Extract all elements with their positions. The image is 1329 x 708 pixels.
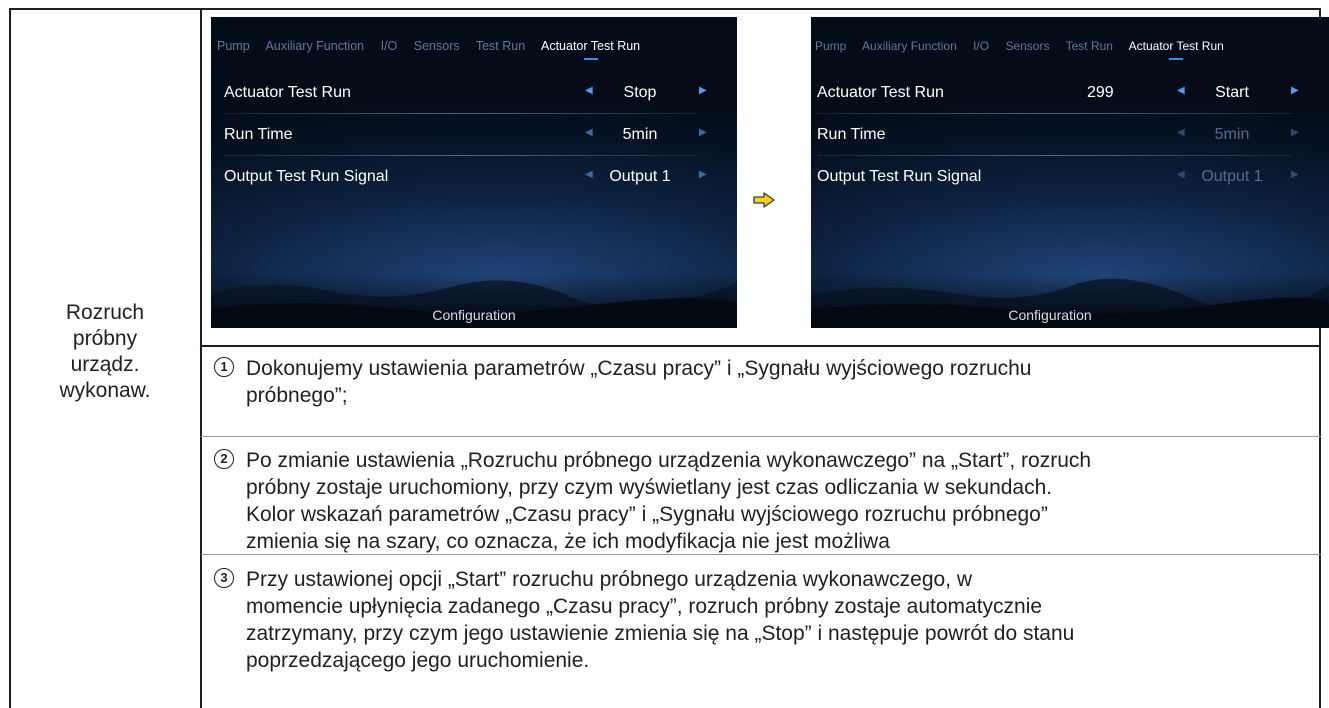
arrow-right-icon[interactable]: ▶	[699, 169, 707, 180]
arrow-right-icon	[753, 192, 775, 208]
setting-label: Actuator Test Run	[224, 84, 351, 101]
active-tab-indicator	[583, 58, 598, 60]
arrow-right-icon[interactable]: ▶	[1291, 169, 1299, 180]
tab-bar: Pump Auxiliary Function I/O Sensors Test…	[815, 39, 1237, 60]
tab-io[interactable]: I/O	[381, 39, 398, 53]
tab-auxiliary-function[interactable]: Auxiliary Function	[862, 39, 957, 53]
step-1: 1 Dokonujemy ustawienia parametrów „Czas…	[214, 355, 1314, 409]
arrow-right-icon[interactable]: ▶	[1291, 127, 1299, 138]
setting-row-output-test-run-signal[interactable]: Output Test Run Signal ◀ Output 1 ▶	[211, 158, 737, 198]
row-label-line: Rozruch	[65, 301, 145, 324]
device-screen-after: Pump Auxiliary Function I/O Sensors Test…	[811, 17, 1329, 328]
tab-test-run[interactable]: Test Run	[476, 39, 525, 53]
footer-configuration[interactable]: Configuration	[211, 307, 737, 323]
tab-pump[interactable]: Pump	[815, 39, 846, 53]
step-2: 2 Po zmianie ustawienia „Rozruchu próbne…	[214, 447, 1314, 555]
step-number-badge: 1	[214, 357, 234, 377]
setting-row-actuator-test-run[interactable]: Actuator Test Run 299 ◀ Start ▶	[811, 74, 1329, 114]
arrow-left-icon[interactable]: ◀	[1177, 85, 1185, 96]
row-divider-line	[817, 155, 1293, 156]
countdown-seconds: 299	[1087, 84, 1114, 101]
row-divider-line	[817, 113, 1293, 114]
step-text-line: zatrzymany, przy czym jego ustawienie zm…	[246, 622, 1075, 645]
row-label: Rozruch próbny urządz. wykonaw.	[11, 300, 199, 404]
setting-label: Output Test Run Signal	[224, 168, 389, 185]
setting-value: Output 1	[609, 168, 671, 185]
step-text-line: momencie upłynięcia zadanego „Czasu prac…	[246, 595, 1043, 618]
tab-test-run[interactable]: Test Run	[1066, 39, 1113, 53]
arrow-right-icon[interactable]: ▶	[1291, 85, 1299, 96]
arrow-left-icon[interactable]: ◀	[1177, 169, 1185, 180]
row-label-line: urządz.	[70, 353, 140, 376]
step-separator	[201, 436, 1321, 437]
row-divider-line	[224, 155, 697, 156]
setting-label: Output Test Run Signal	[817, 168, 982, 185]
row-divider	[201, 345, 1321, 347]
arrow-left-icon[interactable]: ◀	[585, 127, 593, 138]
tab-io[interactable]: I/O	[973, 39, 989, 53]
tab-bar: Pump Auxiliary Function I/O Sensors Test…	[217, 39, 653, 60]
row-label-line: próbny	[72, 327, 138, 350]
setting-label: Run Time	[224, 126, 293, 143]
setting-value: Start	[1215, 84, 1249, 101]
step-number-badge: 3	[214, 568, 234, 588]
setting-row-run-time[interactable]: Run Time ◀ 5min ▶	[811, 116, 1329, 156]
footer-configuration[interactable]: Configuration	[811, 307, 1329, 323]
setting-row-output-test-run-signal[interactable]: Output Test Run Signal ◀ Output 1 ▶	[811, 158, 1329, 198]
setting-value: 5min	[622, 126, 658, 143]
step-text-line: Przy ustawionej opcji „Start” rozruchu p…	[246, 568, 973, 591]
arrow-right-icon[interactable]: ▶	[699, 85, 707, 96]
tab-label: Actuator Test Run	[1128, 39, 1224, 53]
arrow-right-icon[interactable]: ▶	[699, 127, 707, 138]
row-divider-line	[224, 113, 697, 114]
active-tab-indicator	[1169, 58, 1184, 60]
setting-value: 5min	[1214, 126, 1250, 143]
setting-row-actuator-test-run[interactable]: Actuator Test Run ◀ Stop ▶	[211, 74, 737, 114]
step-text-line: poprzedzającego jego uruchomienie.	[246, 649, 590, 672]
column-divider	[200, 8, 202, 708]
setting-row-run-time[interactable]: Run Time ◀ 5min ▶	[211, 116, 737, 156]
tab-sensors[interactable]: Sensors	[414, 39, 460, 53]
step-text-line: Kolor wskazań parametrów „Czasu pracy” i…	[246, 503, 1048, 526]
setting-label: Run Time	[817, 126, 886, 143]
step-text-line: Dokonujemy ustawienia parametrów „Czasu …	[246, 357, 1032, 380]
step-text-line: zmienia się na szary, co oznacza, że ich…	[246, 530, 890, 553]
tab-label: Actuator Test Run	[541, 39, 641, 53]
device-screen-before: Pump Auxiliary Function I/O Sensors Test…	[211, 17, 737, 328]
arrow-left-icon[interactable]: ◀	[585, 169, 593, 180]
step-number-badge: 2	[214, 449, 234, 469]
tab-sensors[interactable]: Sensors	[1005, 39, 1049, 53]
setting-value: Output 1	[1201, 168, 1263, 185]
tab-actuator-test-run[interactable]: Actuator Test Run	[541, 39, 641, 60]
row-label-line: wykonaw.	[59, 379, 151, 402]
tab-actuator-test-run[interactable]: Actuator Test Run	[1128, 39, 1224, 60]
arrow-left-icon[interactable]: ◀	[585, 85, 593, 96]
arrow-left-icon[interactable]: ◀	[1177, 127, 1185, 138]
tab-pump[interactable]: Pump	[217, 39, 250, 53]
step-text-line: próbny zostaje uruchomiony, przy czym wy…	[246, 476, 1053, 499]
tab-auxiliary-function[interactable]: Auxiliary Function	[265, 39, 364, 53]
setting-label: Actuator Test Run	[817, 84, 944, 101]
step-text-line: próbnego”;	[246, 384, 348, 407]
step-text-line: Po zmianie ustawienia „Rozruchu próbnego…	[246, 449, 1092, 472]
setting-value: Stop	[623, 84, 657, 101]
step-3: 3 Przy ustawionej opcji „Start” rozruchu…	[214, 566, 1314, 674]
